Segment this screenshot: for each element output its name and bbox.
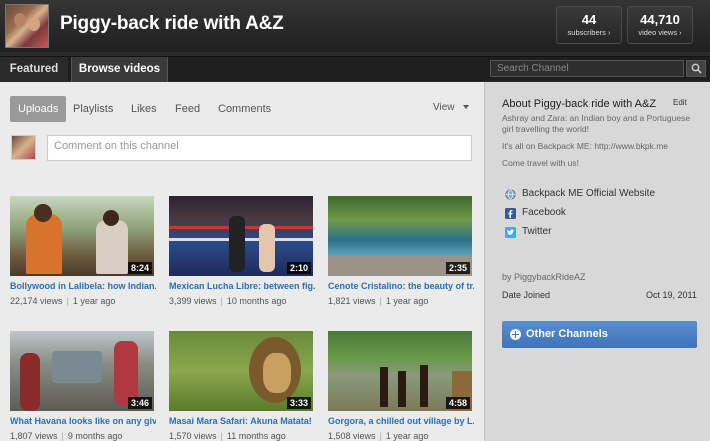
subscribers-label: subscribers › [567, 28, 611, 37]
globe-icon [505, 189, 516, 200]
video-views: 1,508 views [328, 431, 376, 441]
about-sidebar: About Piggy-back ride with A&Z Edit Ashr… [484, 82, 710, 441]
video-views-count: 44,710 [640, 12, 680, 27]
view-dropdown[interactable]: View [433, 102, 469, 113]
video-thumbnail[interactable]: 2:10 [169, 196, 313, 276]
other-channels-button[interactable]: Other Channels [502, 321, 697, 348]
video-views: 1,807 views [10, 431, 58, 441]
facebook-icon [505, 208, 516, 219]
video-title[interactable]: Gorgora, a chilled out village by L... [328, 416, 474, 426]
tab-featured[interactable]: Featured [0, 57, 68, 82]
video-views-stat[interactable]: 44,710 video views › [627, 6, 693, 44]
video-thumbnail[interactable]: 3:46 [10, 331, 154, 411]
video-views: 1,570 views [169, 431, 217, 441]
video-meta: 3,399 views | 10 months ago [169, 296, 287, 306]
about-tagline: Come travel with us! [502, 158, 579, 168]
edit-link[interactable]: Edit [673, 98, 687, 107]
date-joined-label: Date Joined [502, 290, 551, 300]
subtab-comments[interactable]: Comments [210, 96, 279, 122]
subtab-likes[interactable]: Likes [123, 96, 165, 122]
video-age: 1 year ago [385, 296, 429, 306]
subscribers-count: 44 [581, 12, 597, 27]
video-title[interactable]: Masai Mara Safari: Akuna Matata! [169, 416, 315, 426]
subtab-feed[interactable]: Feed [167, 96, 208, 122]
subscribers-stat[interactable]: 44 subscribers › [556, 6, 622, 44]
video-age: 1 year ago [72, 296, 116, 306]
plus-icon [510, 329, 521, 340]
video-duration: 3:33 [286, 397, 311, 409]
video-age: 11 months ago [226, 431, 286, 441]
video-views: 1,821 views [328, 296, 376, 306]
search-icon [691, 63, 702, 74]
video-views: 22,174 views [10, 296, 63, 306]
video-duration: 8:24 [127, 262, 152, 274]
video-duration: 2:10 [286, 262, 311, 274]
video-meta: 1,508 views | 1 year ago [328, 431, 429, 441]
date-joined-value: Oct 19, 2011 [646, 290, 697, 300]
video-title[interactable]: Bollywood in Lalibela: how Indian... [10, 281, 156, 291]
comment-input[interactable]: Comment on this channel [47, 135, 472, 161]
commenter-avatar [11, 135, 36, 160]
channel-title: Piggy-back ride with A&Z [60, 13, 284, 34]
video-title[interactable]: Mexican Lucha Libre: between fig... [169, 281, 315, 291]
channel-owner[interactable]: by PiggybackRideAZ [502, 272, 586, 282]
chevron-down-icon [462, 105, 469, 110]
twitter-icon [505, 227, 516, 238]
video-age: 9 months ago [67, 431, 123, 441]
link-label: Backpack ME Official Website [522, 188, 656, 199]
video-duration: 3:46 [127, 397, 152, 409]
video-title[interactable]: What Havana looks like on any giv... [10, 416, 156, 426]
video-meta: 22,174 views | 1 year ago [10, 296, 116, 306]
video-meta: 1,821 views | 1 year ago [328, 296, 429, 306]
video-thumbnail[interactable]: 4:58 [328, 331, 472, 411]
view-dropdown-label: View [433, 102, 455, 113]
channel-avatar[interactable] [5, 4, 49, 48]
video-views-label: video views › [638, 28, 682, 37]
search-channel-input[interactable]: Search Channel [490, 60, 684, 77]
video-duration: 2:35 [445, 262, 470, 274]
search-button[interactable] [686, 60, 706, 77]
other-channels-label: Other Channels [526, 328, 608, 340]
video-duration: 4:58 [445, 397, 470, 409]
video-thumbnail[interactable]: 2:35 [328, 196, 472, 276]
video-meta: 1,570 views | 11 months ago [169, 431, 286, 441]
video-thumbnail[interactable]: 3:33 [169, 331, 313, 411]
link-label: Facebook [522, 207, 566, 218]
video-meta: 1,807 views | 9 months ago [10, 431, 123, 441]
link-label: Twitter [522, 226, 552, 237]
video-title[interactable]: Cenote Cristalino: the beauty of tr... [328, 281, 474, 291]
about-website-line: It's all on Backpack ME: http://www.bkpk… [502, 141, 669, 151]
channel-header: Piggy-back ride with A&Z 44 subscribers … [0, 0, 710, 52]
video-views: 3,399 views [169, 296, 217, 306]
video-age: 10 months ago [226, 296, 287, 306]
video-thumbnail[interactable]: 8:24 [10, 196, 154, 276]
tab-browse-videos[interactable]: Browse videos [71, 57, 168, 82]
subtab-playlists[interactable]: Playlists [65, 96, 121, 122]
subtab-uploads[interactable]: Uploads [10, 96, 67, 122]
video-age: 1 year ago [385, 431, 429, 441]
main-content: Uploads Playlists Likes Feed Comments Vi… [0, 82, 484, 441]
about-description: Ashray and Zara: an Indian boy and a Por… [502, 113, 691, 134]
about-title: About Piggy-back ride with A&Z [502, 98, 657, 110]
